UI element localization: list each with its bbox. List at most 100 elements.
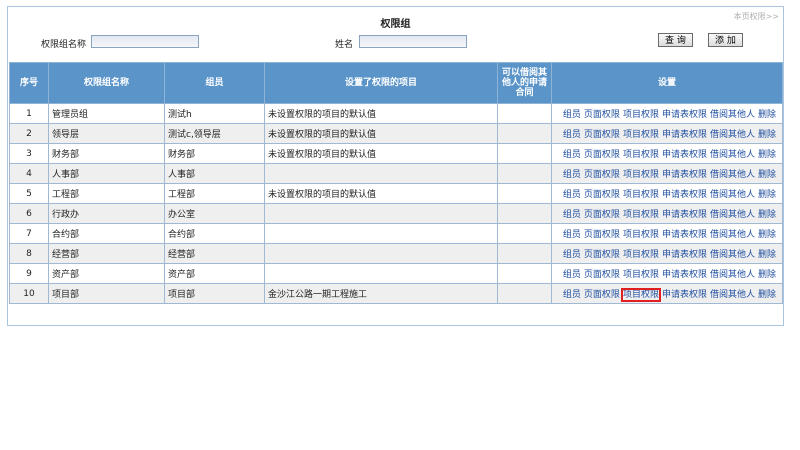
project-permission-link[interactable]: 项目权限 — [623, 110, 659, 120]
table-row: 2 领导层 测试c,领导层 未设置权限的项目的默认值 组员 页面权限 项目权限 申请表权限 借阅… — [9, 123, 783, 144]
form-permission-link[interactable]: 申请表权限 — [662, 270, 707, 280]
borrow-cell — [497, 283, 552, 304]
project-permission-link[interactable]: 项目权限 — [623, 230, 659, 240]
members-cell: 财务部 — [164, 143, 265, 164]
members-link[interactable]: 组员 — [563, 110, 581, 120]
borrow-others-link[interactable]: 借阅其他人 — [710, 270, 755, 280]
settings-cell: 组员 页面权限 项目权限 申请表权限 借阅其他人 删除 — [551, 223, 783, 244]
row-number-cell: 2 — [9, 123, 49, 144]
projects-cell — [264, 163, 498, 184]
delete-link[interactable]: 删除 — [758, 130, 776, 140]
permission-group-panel: 权限组 本页权限>> 权限组名称 姓名 查 询 添 加 序号 权限组名称 组员 … — [7, 6, 784, 326]
group-name-input[interactable] — [91, 35, 199, 48]
members-cell: 测试c,领导层 — [164, 123, 265, 144]
form-permission-link[interactable]: 申请表权限 — [662, 110, 707, 120]
add-button[interactable]: 添 加 — [708, 33, 743, 47]
table-row: 5 工程部 工程部 未设置权限的项目的默认值 组员 页面权限 项目权限 申请表权限 借阅其他人删… — [9, 183, 783, 204]
borrow-others-link[interactable]: 借阅其他人 — [710, 210, 755, 220]
page-permission-link[interactable]: 页面权限 — [584, 170, 620, 180]
delete-link[interactable]: 删除 — [758, 250, 776, 260]
settings-cell: 组员 页面权限 项目权限 申请表权限 借阅其他人 删除 — [551, 163, 783, 184]
page-permission-link[interactable]: 页面权限 — [584, 250, 620, 260]
members-cell: 办公室 — [164, 203, 265, 224]
form-permission-link[interactable]: 申请表权限 — [662, 210, 707, 220]
members-link[interactable]: 组员 — [563, 170, 581, 180]
project-permission-link[interactable]: 项目权限 — [623, 130, 659, 140]
page-permission-link[interactable]: 页面权限 — [584, 210, 620, 220]
projects-cell: 金沙江公路一期工程施工 — [264, 283, 498, 304]
members-link[interactable]: 组员 — [563, 270, 581, 280]
members-link[interactable]: 组员 — [563, 150, 581, 160]
column-header-projects: 设置了权限的项目 — [264, 62, 498, 104]
borrow-cell — [497, 103, 552, 124]
table-row: 9 资产部 资产部 组员 页面权限 项目权限 申请表权限 借阅其他人 删除 — [9, 263, 783, 284]
table-row: 1 管理员组 测试h 未设置权限的项目的默认值 组员 页面权限 项目权限 申请表权限 借阅其他人… — [9, 103, 783, 124]
page-permission-link[interactable]: 本页权限>> — [734, 11, 779, 22]
form-permission-link[interactable]: 申请表权限 — [662, 190, 707, 200]
settings-cell: 组员 页面权限 项目权限 申请表权限 借阅其他人 删除 — [551, 203, 783, 224]
borrow-others-link[interactable]: 借阅其他人 — [710, 290, 755, 300]
settings-cell: 组员 页面权限 项目权限 申请表权限 借阅其他人 删除 — [551, 123, 783, 144]
group-name-cell: 领导层 — [48, 123, 165, 144]
delete-link[interactable]: 删除 — [758, 270, 776, 280]
delete-link[interactable]: 删除 — [758, 150, 776, 160]
borrow-others-link[interactable]: 借阅其他人 — [710, 150, 755, 160]
page-title: 权限组 — [380, 19, 411, 30]
borrow-others-link[interactable]: 借阅其他人 — [710, 190, 755, 200]
form-permission-link[interactable]: 申请表权限 — [662, 230, 707, 240]
project-permission-link[interactable]: 项目权限 — [623, 210, 659, 220]
borrow-others-link[interactable]: 借阅其他人 — [710, 170, 755, 180]
page-permission-link[interactable]: 页面权限 — [584, 190, 620, 200]
form-permission-link[interactable]: 申请表权限 — [662, 170, 707, 180]
row-number-cell: 3 — [9, 143, 49, 164]
projects-cell: 未设置权限的项目的默认值 — [264, 143, 498, 164]
table-row: 3 财务部 财务部 未设置权限的项目的默认值 组员 页面权限 项目权限 申请表权限 借阅其他人删… — [9, 143, 783, 164]
borrow-cell — [497, 223, 552, 244]
delete-link[interactable]: 删除 — [758, 170, 776, 180]
table-row: 6 行政办 办公室 组员 页面权限 项目权限 申请表权限 借阅其他人 删除 — [9, 203, 783, 224]
page-permission-link[interactable]: 页面权限 — [584, 290, 620, 300]
borrow-others-link[interactable]: 借阅其他人 — [710, 130, 755, 140]
form-permission-link[interactable]: 申请表权限 — [662, 130, 707, 140]
form-permission-link[interactable]: 申请表权限 — [662, 150, 707, 160]
project-permission-link[interactable]: 项目权限 — [623, 250, 659, 260]
members-link[interactable]: 组员 — [563, 290, 581, 300]
borrow-others-link[interactable]: 借阅其他人 — [710, 250, 755, 260]
page-permission-link[interactable]: 页面权限 — [584, 150, 620, 160]
members-link[interactable]: 组员 — [563, 190, 581, 200]
table-row: 4 人事部 人事部 组员 页面权限 项目权限 申请表权限 借阅其他人 删除 — [9, 163, 783, 184]
search-bar: 权限组名称 姓名 查 询 添 加 — [8, 33, 783, 51]
borrow-others-link[interactable]: 借阅其他人 — [710, 110, 755, 120]
projects-cell: 未设置权限的项目的默认值 — [264, 123, 498, 144]
members-link[interactable]: 组员 — [563, 210, 581, 220]
name-input[interactable] — [359, 35, 467, 48]
page-permission-link[interactable]: 页面权限 — [584, 130, 620, 140]
row-number-cell: 9 — [9, 263, 49, 284]
delete-link[interactable]: 删除 — [758, 210, 776, 220]
project-permission-link[interactable]: 项目权限 — [623, 150, 659, 160]
group-name-label: 权限组名称 — [41, 40, 87, 50]
project-permission-link[interactable]: 项目权限 — [623, 270, 659, 280]
query-button[interactable]: 查 询 — [658, 33, 693, 47]
delete-link[interactable]: 删除 — [758, 230, 776, 240]
delete-link[interactable]: 删除 — [758, 290, 776, 300]
project-permission-link[interactable]: 项目权限 — [620, 288, 661, 302]
borrow-others-link[interactable]: 借阅其他人 — [710, 230, 755, 240]
page-permission-link[interactable]: 页面权限 — [584, 230, 620, 240]
members-link[interactable]: 组员 — [563, 250, 581, 260]
project-permission-link[interactable]: 项目权限 — [623, 170, 659, 180]
row-number-cell: 7 — [9, 223, 49, 244]
row-number-cell: 5 — [9, 183, 49, 204]
members-link[interactable]: 组员 — [563, 130, 581, 140]
page-permission-link[interactable]: 页面权限 — [584, 270, 620, 280]
delete-link[interactable]: 删除 — [758, 110, 776, 120]
group-name-cell: 项目部 — [48, 283, 165, 304]
page-permission-link[interactable]: 页面权限 — [584, 110, 620, 120]
members-link[interactable]: 组员 — [563, 230, 581, 240]
delete-link[interactable]: 删除 — [758, 190, 776, 200]
members-cell: 工程部 — [164, 183, 265, 204]
row-number-cell: 8 — [9, 243, 49, 264]
project-permission-link[interactable]: 项目权限 — [623, 190, 659, 200]
form-permission-link[interactable]: 申请表权限 — [662, 250, 707, 260]
form-permission-link[interactable]: 申请表权限 — [662, 290, 707, 300]
